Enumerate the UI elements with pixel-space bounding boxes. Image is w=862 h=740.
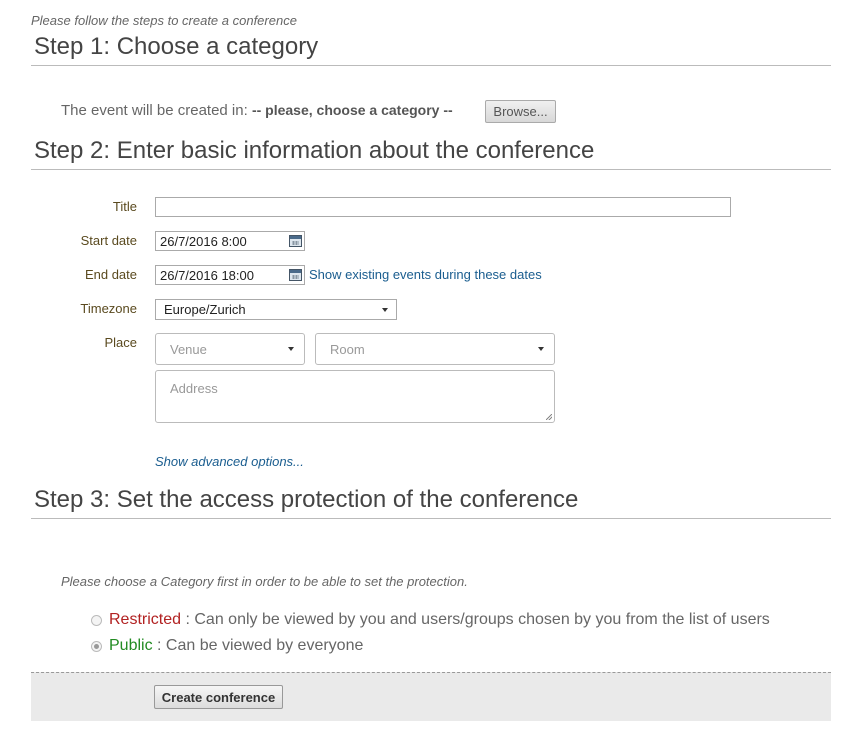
category-line: The event will be created in: -- please,… xyxy=(61,102,453,119)
created-in-label: The event will be created in: xyxy=(61,102,248,119)
address-textarea[interactable]: Address xyxy=(155,370,555,423)
timezone-select[interactable]: Europe/Zurich xyxy=(155,299,397,320)
category-value: -- please, choose a category -- xyxy=(251,102,453,118)
venue-select[interactable]: Venue xyxy=(155,333,305,365)
form-footer xyxy=(31,672,831,721)
end-date-input[interactable]: 26/7/2016 18:00 xyxy=(155,265,305,285)
show-existing-events-link[interactable]: Show existing events during these dates xyxy=(309,267,542,282)
restricted-radio[interactable] xyxy=(91,614,102,626)
browse-button[interactable]: Browse... xyxy=(485,100,556,123)
start-date-value: 26/7/2016 8:00 xyxy=(160,233,247,249)
chevron-down-icon xyxy=(288,347,294,351)
address-placeholder: Address xyxy=(170,381,218,396)
chevron-down-icon xyxy=(538,347,544,351)
start-date-label: Start date xyxy=(80,233,137,248)
calendar-icon[interactable] xyxy=(289,235,302,247)
end-date-label: End date xyxy=(84,267,137,282)
public-label: Public xyxy=(109,637,153,654)
public-radio[interactable] xyxy=(91,640,102,652)
protection-note: Please choose a Category first in order … xyxy=(61,574,468,589)
intro-text: Please follow the steps to create a conf… xyxy=(31,13,297,28)
step1-divider xyxy=(31,65,831,66)
chevron-down-icon xyxy=(382,307,388,312)
step1-title: Step 1: Choose a category xyxy=(34,33,319,60)
title-label: Title xyxy=(112,199,137,214)
step3-divider xyxy=(31,518,831,519)
step2-divider xyxy=(31,169,831,170)
restricted-option[interactable]: Restricted : Can only be viewed by you a… xyxy=(91,611,770,629)
timezone-value: Europe/Zurich xyxy=(164,302,246,317)
public-description: : Can be viewed by everyone xyxy=(152,637,364,654)
calendar-icon[interactable] xyxy=(289,269,302,281)
room-select[interactable]: Room xyxy=(315,333,555,365)
timezone-label: Timezone xyxy=(80,301,137,316)
step2-title: Step 2: Enter basic information about th… xyxy=(34,137,595,164)
step3-title: Step 3: Set the access protection of the… xyxy=(34,486,579,513)
resize-handle-icon[interactable] xyxy=(546,414,552,420)
place-label: Place xyxy=(104,335,137,350)
restricted-label: Restricted xyxy=(109,611,182,628)
public-option[interactable]: Public : Can be viewed by everyone xyxy=(91,637,363,655)
title-input[interactable] xyxy=(155,197,731,217)
room-placeholder: Room xyxy=(330,341,365,357)
end-date-value: 26/7/2016 18:00 xyxy=(160,267,254,283)
start-date-input[interactable]: 26/7/2016 8:00 xyxy=(155,231,305,251)
create-conference-button[interactable]: Create conference xyxy=(154,685,283,709)
show-advanced-options-link[interactable]: Show advanced options... xyxy=(155,454,304,469)
restricted-description: : Can only be viewed by you and users/gr… xyxy=(181,611,770,628)
venue-placeholder: Venue xyxy=(170,341,207,357)
